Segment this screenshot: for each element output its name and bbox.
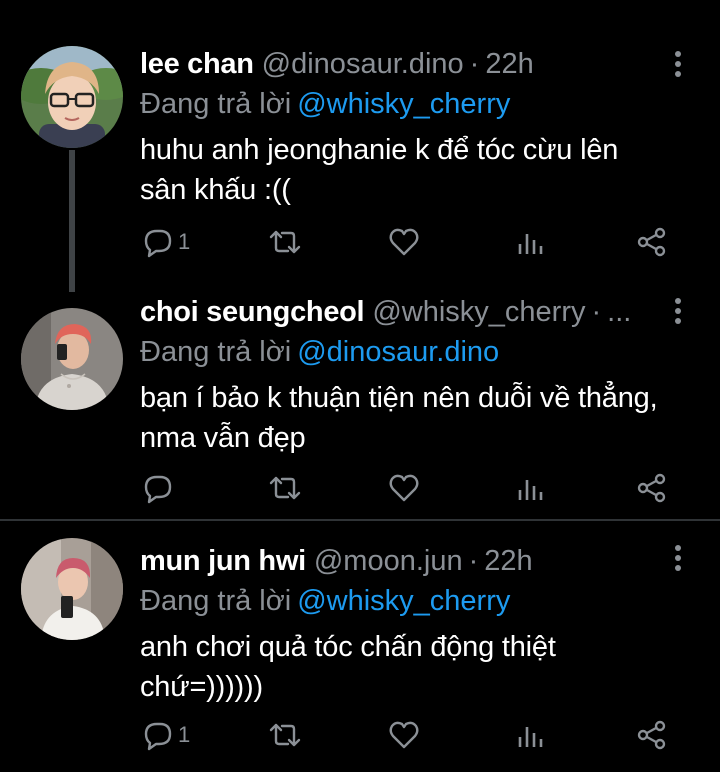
retweet-icon [269, 723, 301, 747]
share-icon [637, 227, 666, 257]
like-icon [389, 474, 419, 502]
tweet-text: bạn í bảo k thuận tiện nên duỗi về thẳng… [140, 378, 660, 458]
like-button[interactable] [388, 222, 420, 262]
avatar-photo [21, 308, 123, 410]
retweet-button[interactable] [268, 222, 302, 262]
timestamp[interactable]: ... [607, 292, 631, 332]
separator-dot: · [591, 296, 602, 328]
more-options-icon[interactable] [672, 51, 684, 81]
more-options-icon[interactable] [672, 545, 684, 575]
tweet-lee-chan[interactable]: lee chan @dinosaur.dino · 22h Đang trả l… [0, 0, 720, 292]
separator-dot: · [469, 48, 480, 80]
share-button[interactable] [636, 468, 668, 508]
reply-button[interactable] [142, 468, 178, 508]
replying-to: Đang trả lời @dinosaur.dino [140, 332, 660, 372]
tweet-text: huhu anh jeonghanie k để tóc cừu lên sân… [140, 130, 660, 210]
tweet-text-line: sân khấu :(( [140, 174, 291, 206]
tweet-mun-jun-hwi[interactable]: mun jun hwi @moon.jun · 22h Đang trả lời… [0, 521, 720, 772]
tweet-text-line: bạn í bảo k thuận tiện nên duỗi về thẳng… [140, 382, 658, 414]
retweet-icon [269, 230, 301, 254]
reply-icon [144, 229, 172, 258]
views-icon [518, 727, 543, 747]
avatar[interactable] [21, 308, 123, 410]
tweet-content: lee chan @dinosaur.dino · 22h Đang trả l… [140, 44, 660, 210]
share-button[interactable] [636, 222, 668, 262]
timestamp[interactable]: 22h [485, 44, 533, 84]
retweet-button[interactable] [268, 715, 302, 755]
share-icon [637, 720, 666, 750]
share-icon [637, 473, 666, 503]
thread-connector [69, 150, 75, 292]
display-name[interactable]: choi seungcheol [140, 292, 365, 332]
reply-icon [144, 722, 172, 751]
replying-to: Đang trả lời @whisky_cherry [140, 581, 660, 621]
user-handle[interactable]: @moon.jun [314, 541, 463, 581]
replying-to: Đang trả lời @whisky_cherry [140, 84, 660, 124]
user-handle[interactable]: @whisky_cherry [372, 292, 585, 332]
reply-icon [144, 475, 172, 504]
like-icon [389, 228, 419, 256]
tweet-content: choi seungcheol @whisky_cherry · ... Đan… [140, 292, 660, 458]
tweet-text: anh chơi quả tóc chấn động thiệt chứ=)))… [140, 627, 660, 707]
tweet-text-line: huhu anh jeonghanie k để tóc cừu lên [140, 134, 619, 166]
tweet-choi-seungcheol[interactable]: choi seungcheol @whisky_cherry · ... Đan… [0, 278, 720, 520]
views-icon [518, 480, 543, 500]
tweet-header: mun jun hwi @moon.jun · 22h [140, 541, 660, 581]
avatar[interactable] [21, 538, 123, 640]
more-options-icon[interactable] [672, 298, 684, 328]
reply-button[interactable]: 1 [142, 715, 190, 755]
views-icon [518, 234, 543, 254]
mention-link[interactable]: @dinosaur.dino [297, 336, 499, 368]
like-button[interactable] [388, 715, 420, 755]
tweet-text-line: chứ=)))))) [140, 671, 263, 703]
replying-to-label: Đang trả lời [140, 88, 292, 120]
tweet-text-line: anh chơi quả tóc chấn động thiệt [140, 631, 556, 663]
replying-to-label: Đang trả lời [140, 585, 292, 617]
mention-link[interactable]: @whisky_cherry [297, 88, 510, 120]
replying-to-label: Đang trả lời [140, 336, 292, 368]
share-button[interactable] [636, 715, 668, 755]
tweet-header: lee chan @dinosaur.dino · 22h [140, 44, 660, 84]
tweet-actions [140, 468, 680, 508]
separator-dot: · [468, 545, 479, 577]
reply-button[interactable]: 1 [142, 222, 190, 262]
mention-link[interactable]: @whisky_cherry [297, 585, 510, 617]
avatar-photo [21, 46, 123, 148]
avatar-photo [21, 538, 123, 640]
tweet-header: choi seungcheol @whisky_cherry · ... [140, 292, 660, 332]
retweet-button[interactable] [268, 468, 302, 508]
like-button[interactable] [388, 468, 420, 508]
views-button[interactable] [516, 222, 544, 262]
tweet-text-line: nma vẫn đẹp [140, 422, 306, 454]
reply-thread: lee chan @dinosaur.dino · 22h Đang trả l… [0, 0, 720, 772]
views-button[interactable] [516, 715, 544, 755]
views-button[interactable] [516, 468, 544, 508]
reply-count: 1 [178, 229, 191, 254]
tweet-content: mun jun hwi @moon.jun · 22h Đang trả lời… [140, 541, 660, 707]
like-icon [389, 721, 419, 749]
avatar[interactable] [21, 46, 123, 148]
tweet-actions: 1 [140, 715, 680, 755]
reply-count: 1 [178, 722, 191, 747]
user-handle[interactable]: @dinosaur.dino [262, 44, 464, 84]
tweet-actions: 1 [140, 222, 680, 262]
retweet-icon [269, 476, 301, 500]
display-name[interactable]: lee chan [140, 44, 254, 84]
timestamp[interactable]: 22h [484, 541, 532, 581]
display-name[interactable]: mun jun hwi [140, 541, 306, 581]
